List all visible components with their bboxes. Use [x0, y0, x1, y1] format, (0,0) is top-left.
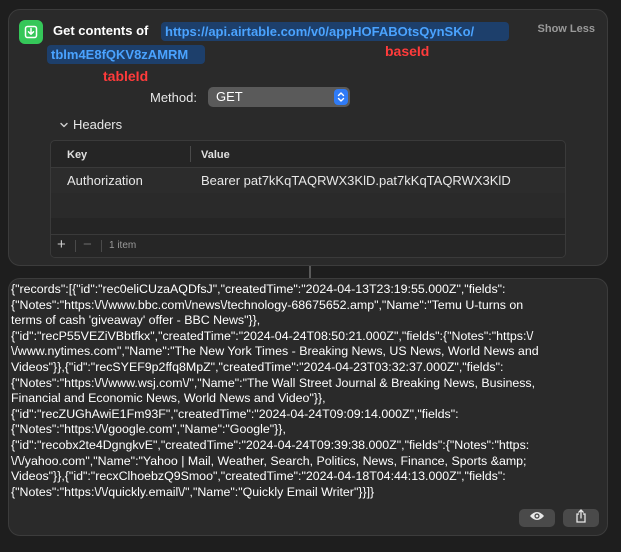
method-value: GET: [216, 89, 243, 104]
result-json-text[interactable]: {"records":[{"id":"rec0eliCUzaAQDfsJ","c…: [11, 282, 607, 500]
result-line: {"Notes":"https:\/\/www.bbc.com\/news\/t…: [11, 297, 524, 312]
result-line: Videos"}},{"id":"recxClhoebzQ9Smoo","cre…: [11, 469, 506, 484]
method-label: Method:: [150, 90, 197, 105]
headers-disclosure[interactable]: Headers: [59, 117, 122, 132]
url-token-continued[interactable]: tblm4E8fQKV8zAMRM: [47, 45, 205, 64]
result-line: {"id":"recobx2te4DgngkvE","createdTime":…: [11, 437, 530, 452]
column-header-key: Key: [67, 149, 88, 161]
result-line: {"Notes":"https:\/\/www.wsj.com\/","Name…: [11, 375, 536, 390]
add-row-button[interactable]: +: [57, 236, 66, 253]
result-line: {"Notes":"https:\/\/google.com","Name":"…: [11, 422, 286, 437]
header-key-cell[interactable]: Authorization: [67, 173, 143, 188]
result-line: {"records":[{"id":"rec0eliCUzaAQDfsJ","c…: [11, 282, 506, 296]
headers-table: Key Value Authorization Bearer pat7kKqTA…: [50, 140, 566, 258]
item-count: 1 item: [109, 240, 137, 251]
empty-table-row: [51, 193, 565, 218]
chevron-down-icon: [59, 120, 69, 130]
annotation-baseid: baseId: [385, 43, 430, 59]
action-title: Get contents of: [53, 23, 149, 38]
result-line: {"id":"recZUGhAwiE1Fm93F","createdTime":…: [11, 406, 459, 421]
share-icon: [575, 508, 587, 528]
footer-divider: [75, 240, 76, 252]
result-line: {"id":"recP55VEZiVBbtfkx","createdTime":…: [11, 328, 534, 343]
footer-divider: [101, 240, 102, 252]
result-output-card: {"records":[{"id":"rec0eliCUzaAQDfsJ","c…: [8, 278, 608, 536]
table-footer: + − 1 item: [51, 234, 565, 257]
result-line: \/\/yahoo.com","Name":"Yahoo | Mail, Wea…: [11, 453, 527, 468]
url-token[interactable]: https://api.airtable.com/v0/appHOFABOtsQ…: [161, 22, 509, 41]
result-line: \/www.nytimes.com","Name":"The New York …: [11, 344, 539, 359]
annotation-tableid: tableId: [103, 68, 149, 84]
method-select[interactable]: GET: [208, 87, 350, 107]
column-divider: [190, 146, 191, 162]
up-down-chevron-icon: [334, 89, 348, 105]
download-icon: [19, 20, 43, 44]
result-line: Financial and Economic News, World News …: [11, 391, 326, 406]
headers-label: Headers: [73, 117, 123, 132]
result-line: terms of cash 'giveaway' offer - BBC New…: [11, 313, 261, 328]
remove-row-button[interactable]: −: [83, 236, 92, 253]
share-button[interactable]: [563, 508, 599, 528]
show-less-button[interactable]: Show Less: [538, 23, 595, 35]
result-line: {"Notes":"https:\/\/quickly.email\/","Na…: [11, 484, 375, 499]
flow-connector: [309, 266, 311, 278]
result-line: Videos"}},{"id":"recSYEF9p2ffq8MpZ","cre…: [11, 359, 504, 374]
table-header-row: Key Value: [51, 141, 565, 168]
preview-button[interactable]: [519, 509, 555, 527]
eye-icon: [529, 509, 545, 527]
header-value-cell[interactable]: Bearer pat7kKqTAQRWX3KlD.pat7kKqTAQRWX3K…: [201, 173, 511, 188]
table-row[interactable]: Authorization Bearer pat7kKqTAQRWX3KlD.p…: [51, 168, 565, 193]
get-contents-action-card: Get contents of https://api.airtable.com…: [8, 9, 608, 266]
column-header-value: Value: [201, 149, 230, 161]
